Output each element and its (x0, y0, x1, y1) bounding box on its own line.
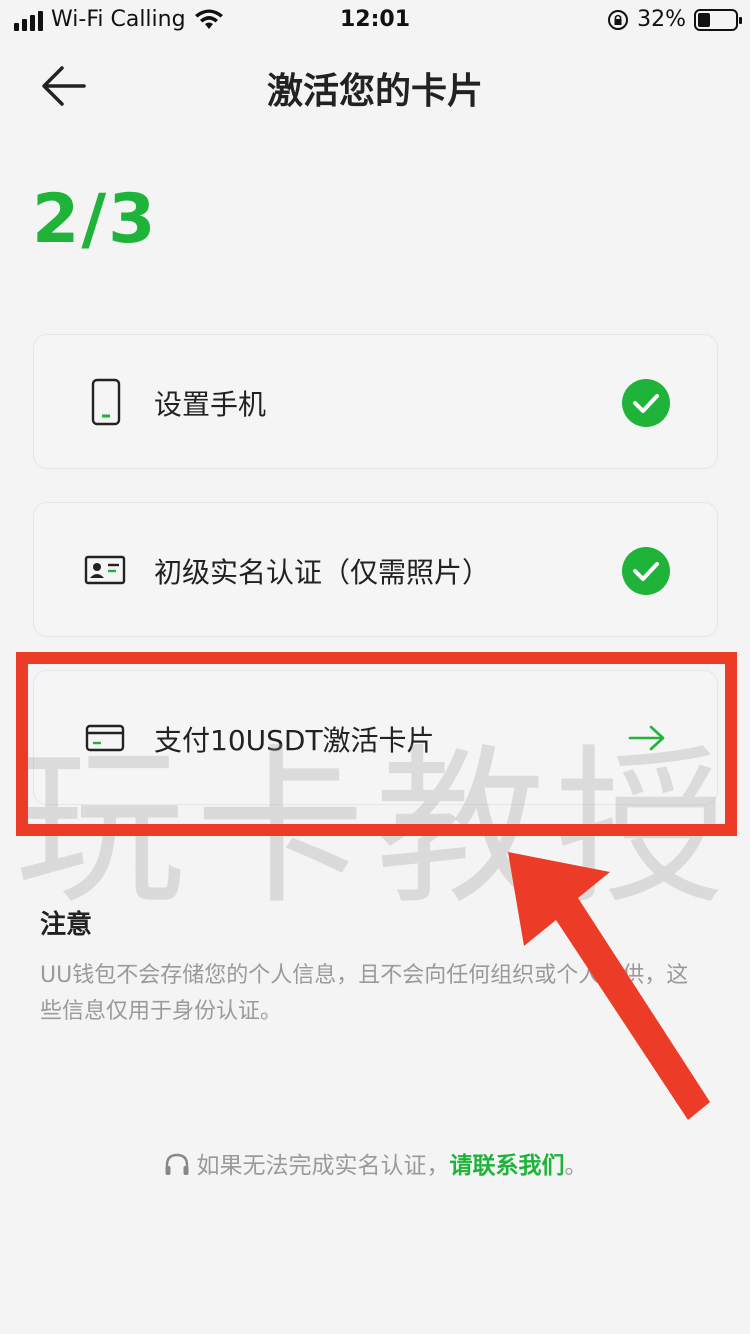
id-card-icon (84, 555, 126, 585)
notice-title: 注意 (40, 910, 93, 940)
contact-suffix: 。 (564, 1153, 588, 1179)
highlight-box (16, 652, 737, 836)
page-title: 激活您的卡片 (266, 71, 483, 112)
step-label: 初级实名认证（仅需照片） (154, 556, 491, 589)
nav-bar: 激活您的卡片 (0, 40, 750, 136)
status-bar: Wi-Fi Calling 12:01 32% (0, 0, 750, 40)
notice-body: UU钱包不会存储您的个人信息，且不会向任何组织或个人提供，这些信息仅用于身份认证… (40, 963, 689, 1024)
contact-us-link[interactable]: 请联系我们 (450, 1153, 565, 1179)
battery-icon (694, 8, 742, 31)
headset-icon (165, 1153, 188, 1175)
rotation-lock-icon (608, 9, 629, 30)
check-icon (622, 379, 670, 427)
battery-fill (698, 12, 710, 27)
step-card-id-verification[interactable]: 初级实名认证（仅需照片） (33, 502, 718, 637)
step-counter: 2/3 (32, 180, 158, 259)
step-card-phone[interactable]: 设置手机 (33, 334, 718, 469)
status-right: 32% (607, 7, 742, 32)
battery-percent: 32% (637, 7, 686, 32)
check-icon (622, 547, 670, 595)
contact-prefix: 如果无法完成实名认证， (196, 1153, 450, 1179)
step-label: 设置手机 (154, 388, 267, 421)
contact-row: 如果无法完成实名认证，请联系我们。 (0, 1146, 750, 1180)
phone-icon (91, 378, 121, 426)
